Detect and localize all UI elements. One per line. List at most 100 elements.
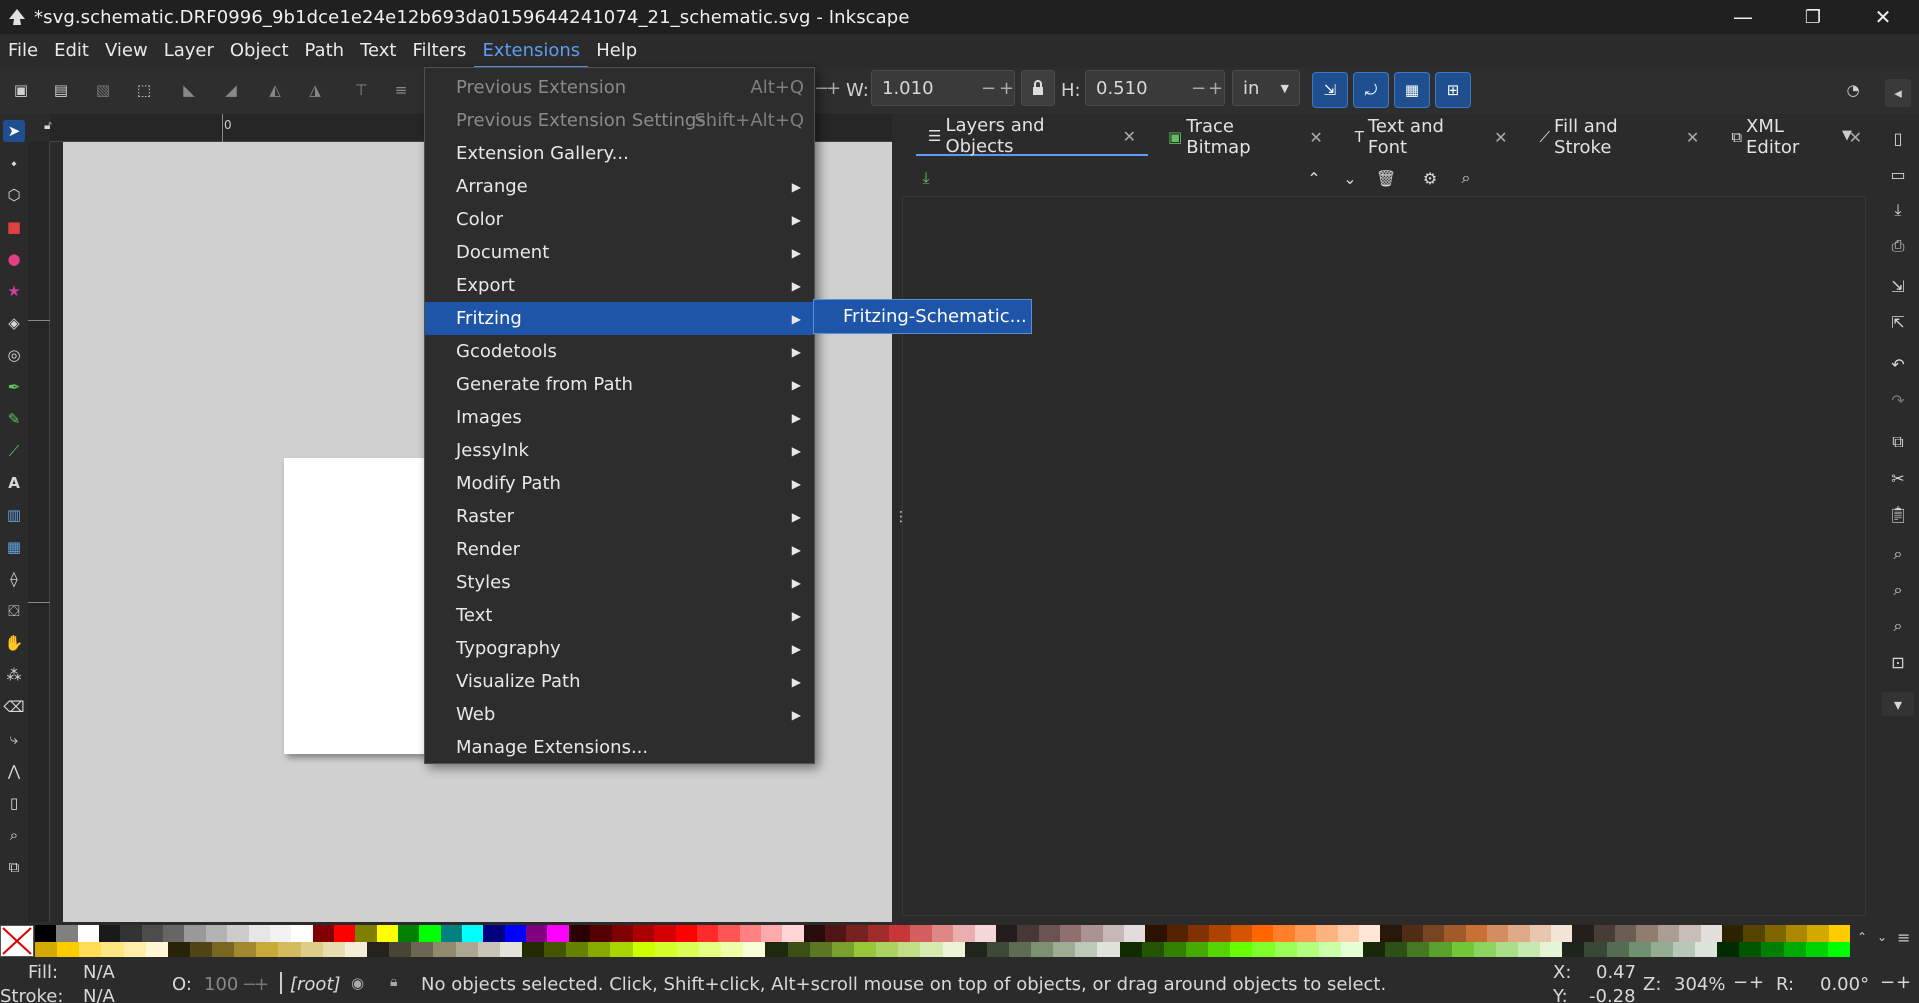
- color-swatch[interactable]: [831, 942, 855, 957]
- paste-icon[interactable]: 📋︎: [1886, 502, 1910, 526]
- color-swatch[interactable]: [1721, 925, 1744, 942]
- color-swatch[interactable]: [1473, 942, 1497, 957]
- settings-gear-icon[interactable]: ⚙: [1418, 166, 1442, 190]
- color-swatch[interactable]: [145, 942, 169, 957]
- color-swatch[interactable]: [931, 925, 954, 942]
- color-swatch[interactable]: [101, 942, 125, 957]
- layer-lock-icon[interactable]: 🔒︎: [390, 974, 397, 990]
- menu-layer[interactable]: Layer: [156, 34, 222, 68]
- close-icon[interactable]: ✕: [1309, 128, 1322, 147]
- menu-item-extension-gallery[interactable]: Extension Gallery...: [425, 137, 814, 170]
- color-swatch[interactable]: [1075, 942, 1098, 957]
- color-swatch[interactable]: [1340, 942, 1364, 957]
- close-icon[interactable]: ✕: [1123, 127, 1136, 146]
- zoom-out-button[interactable]: −: [1733, 972, 1748, 993]
- color-swatch[interactable]: [942, 942, 966, 957]
- color-swatch[interactable]: [355, 925, 378, 942]
- color-swatch[interactable]: [654, 942, 678, 957]
- color-swatch[interactable]: [1717, 942, 1740, 957]
- color-swatch[interactable]: [167, 942, 191, 957]
- color-swatch[interactable]: [1764, 925, 1787, 942]
- menu-item-generate-from-path[interactable]: Generate from Path ▶: [425, 368, 814, 401]
- color-swatch[interactable]: [809, 942, 833, 957]
- color-swatch[interactable]: [1444, 925, 1467, 942]
- menu-item-manage-extensions[interactable]: Manage Extensions...: [425, 731, 814, 764]
- color-swatch[interactable]: [1672, 942, 1696, 957]
- color-swatch[interactable]: [1495, 942, 1519, 957]
- menu-item-text[interactable]: Text ▶: [425, 599, 814, 632]
- layer-visibility-icon[interactable]: ◉: [351, 974, 364, 992]
- color-swatch[interactable]: [1145, 925, 1168, 942]
- color-swatch[interactable]: [995, 925, 1018, 942]
- color-swatch[interactable]: [761, 925, 783, 942]
- rotation-value[interactable]: 0.00°: [1820, 974, 1869, 995]
- pen-tool-icon[interactable]: ✒: [3, 376, 25, 398]
- ellipse-tool-icon[interactable]: ●: [3, 248, 25, 270]
- color-swatch[interactable]: [718, 925, 741, 942]
- color-swatch[interactable]: [322, 942, 346, 957]
- color-swatch[interactable]: [455, 942, 479, 957]
- menu-path[interactable]: Path: [297, 34, 353, 68]
- color-swatch[interactable]: [611, 925, 634, 942]
- flip-horizontal-icon[interactable]: ◭: [264, 79, 286, 101]
- add-layer-icon[interactable]: ⤓: [914, 166, 938, 190]
- color-swatch[interactable]: [1119, 942, 1143, 957]
- zoom-drawing-icon[interactable]: ⌕: [1886, 578, 1910, 602]
- menu-item-fritzing[interactable]: Fritzing ▶: [425, 302, 814, 335]
- color-swatch[interactable]: [610, 942, 634, 957]
- more-commands-icon[interactable]: ▾: [1882, 692, 1914, 716]
- color-swatch[interactable]: [588, 942, 611, 957]
- opacity-value[interactable]: 100: [204, 974, 238, 995]
- color-swatch[interactable]: [1059, 925, 1082, 942]
- color-swatch[interactable]: [590, 925, 613, 942]
- height-decrement[interactable]: −: [1191, 78, 1206, 99]
- color-swatch[interactable]: [163, 925, 185, 942]
- node-tool-icon[interactable]: ⬩: [3, 152, 25, 174]
- color-swatch[interactable]: [433, 942, 457, 957]
- color-swatch[interactable]: [1807, 925, 1830, 942]
- snap-toggle-icon[interactable]: ◔: [1842, 79, 1864, 101]
- color-swatch[interactable]: [964, 942, 988, 957]
- color-swatch[interactable]: [1615, 925, 1637, 942]
- color-swatch[interactable]: [1273, 925, 1296, 942]
- menu-item-export[interactable]: Export ▶: [425, 269, 814, 302]
- unit-select[interactable]: in ▼: [1232, 70, 1300, 106]
- color-swatch[interactable]: [141, 925, 164, 942]
- color-swatch[interactable]: [632, 942, 656, 957]
- undo-icon[interactable]: ↶: [1886, 352, 1910, 376]
- menu-extensions[interactable]: Extensions: [474, 34, 589, 68]
- color-swatch[interactable]: [1487, 925, 1509, 942]
- star-tool-icon[interactable]: ★: [3, 280, 25, 302]
- color-swatch[interactable]: [1124, 925, 1146, 942]
- color-swatch[interactable]: [721, 942, 744, 957]
- color-swatch[interactable]: [566, 942, 589, 957]
- color-swatch[interactable]: [1572, 925, 1595, 942]
- color-swatch[interactable]: [1017, 925, 1040, 942]
- color-swatch[interactable]: [1031, 942, 1054, 957]
- color-swatch[interactable]: [189, 942, 213, 957]
- select-same-icon[interactable]: ⬚: [133, 79, 155, 101]
- color-swatch[interactable]: [743, 942, 766, 957]
- color-swatch[interactable]: [1451, 942, 1475, 957]
- transform-gradients-button[interactable]: ▦: [1394, 72, 1430, 108]
- color-swatch[interactable]: [986, 942, 1010, 957]
- scale-corners-button[interactable]: ⤾: [1353, 72, 1389, 108]
- menu-object[interactable]: Object: [222, 34, 297, 68]
- color-swatch[interactable]: [1429, 942, 1453, 957]
- color-swatch[interactable]: [676, 942, 700, 957]
- connector-tool-icon[interactable]: ⤷: [3, 728, 25, 750]
- menu-item-previous-extension-settings[interactable]: Previous Extension Settings... Shift+Alt+…: [425, 104, 814, 137]
- color-swatch[interactable]: [1188, 925, 1210, 942]
- color-swatch[interactable]: [782, 925, 805, 942]
- color-swatch[interactable]: [1363, 942, 1386, 957]
- 3d-box-tool-icon[interactable]: ◈: [3, 312, 25, 334]
- color-swatch[interactable]: [1508, 925, 1531, 942]
- redo-icon[interactable]: ↷: [1886, 388, 1910, 412]
- color-swatch[interactable]: [312, 925, 335, 942]
- menu-filters[interactable]: Filters: [404, 34, 474, 68]
- save-icon[interactable]: ⤓: [1886, 198, 1910, 222]
- gradient-tool-icon[interactable]: ▥: [3, 504, 25, 526]
- color-swatch[interactable]: [367, 942, 390, 957]
- color-swatch[interactable]: [205, 925, 228, 942]
- color-swatch[interactable]: [1316, 925, 1339, 942]
